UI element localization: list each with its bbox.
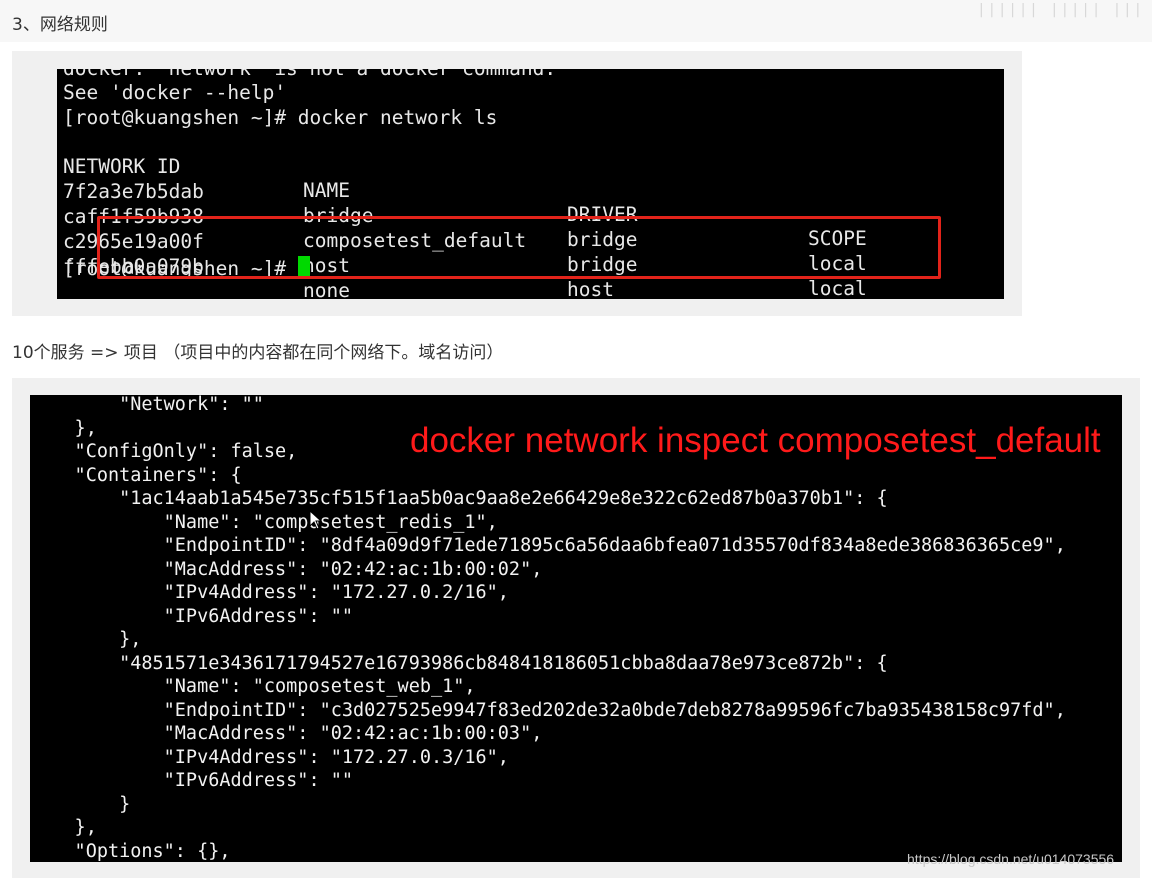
json-line: "4851571e3436171794527e16793986cb8484181… [30,652,888,674]
json-line: }, [30,629,142,650]
terminal-line: docker: 'network' is not a docker comman… [63,69,556,81]
watermark-url: https://blog.csdn.net/u014073556 [907,851,1115,867]
json-line: } [30,793,131,815]
terminal-network-inspect: "Options": {}, }, } "IPv6Address": "" "I… [30,395,1122,862]
terminal-line: See 'docker --help' [63,81,287,104]
json-line: "IPv6Address": "" [30,770,354,791]
terminal-command-line: [root@kuangshen ~]# docker network ls [63,106,498,129]
cell-name: none [303,279,350,299]
json-line: "MacAddress": "02:42:ac:1b:00:02", [30,558,543,580]
json-line: "Name": "composetest_redis_1", [30,511,498,533]
terminal-network-ls: docker: 'network' is not a docker comman… [57,69,1004,299]
json-line: "MacAddress": "02:42:ac:1b:00:03", [30,723,543,744]
screenshot-panel-network-inspect: "Options": {}, }, } "IPv6Address": "" "I… [12,378,1140,878]
highlight-box [97,216,941,279]
json-line: "EndpointID": "c3d027525e9947f83ed202de3… [30,699,1066,721]
json-line: "Containers": { [30,464,242,486]
overlay-command-title: docker network inspect composetest_defau… [410,421,1101,460]
section-heading: 3、网络规则 [12,15,108,35]
json-line: "ConfigOnly": false, [30,441,298,462]
json-line: "Options": {}, [30,840,231,862]
json-line: }, [30,417,97,439]
caption-text: 10个服务 => 项目 （项目中的内容都在同个网络下。域名访问） [12,343,504,363]
json-line: "EndpointID": "8df4a09d9f71ede71895c6a56… [30,535,1066,556]
json-line: "Network": "" [30,395,264,415]
json-line: "Name": "composetest_web_1", [30,676,476,697]
json-line: "IPv6Address": "" [30,605,354,627]
mouse-pointer-icon [309,510,323,530]
top-right-decoration: |||||| ||||| ||| [977,2,1144,18]
screenshot-panel-network-ls: docker: 'network' is not a docker comman… [12,51,1022,316]
json-line: "1ac14aab1a545e735cf515f1aa5b0ac9aa8e2e6… [30,488,888,509]
json-line: "IPv4Address": "172.27.0.3/16", [30,746,509,768]
json-line: "IPv4Address": "172.27.0.2/16", [30,582,509,603]
json-line: }, [30,817,97,838]
